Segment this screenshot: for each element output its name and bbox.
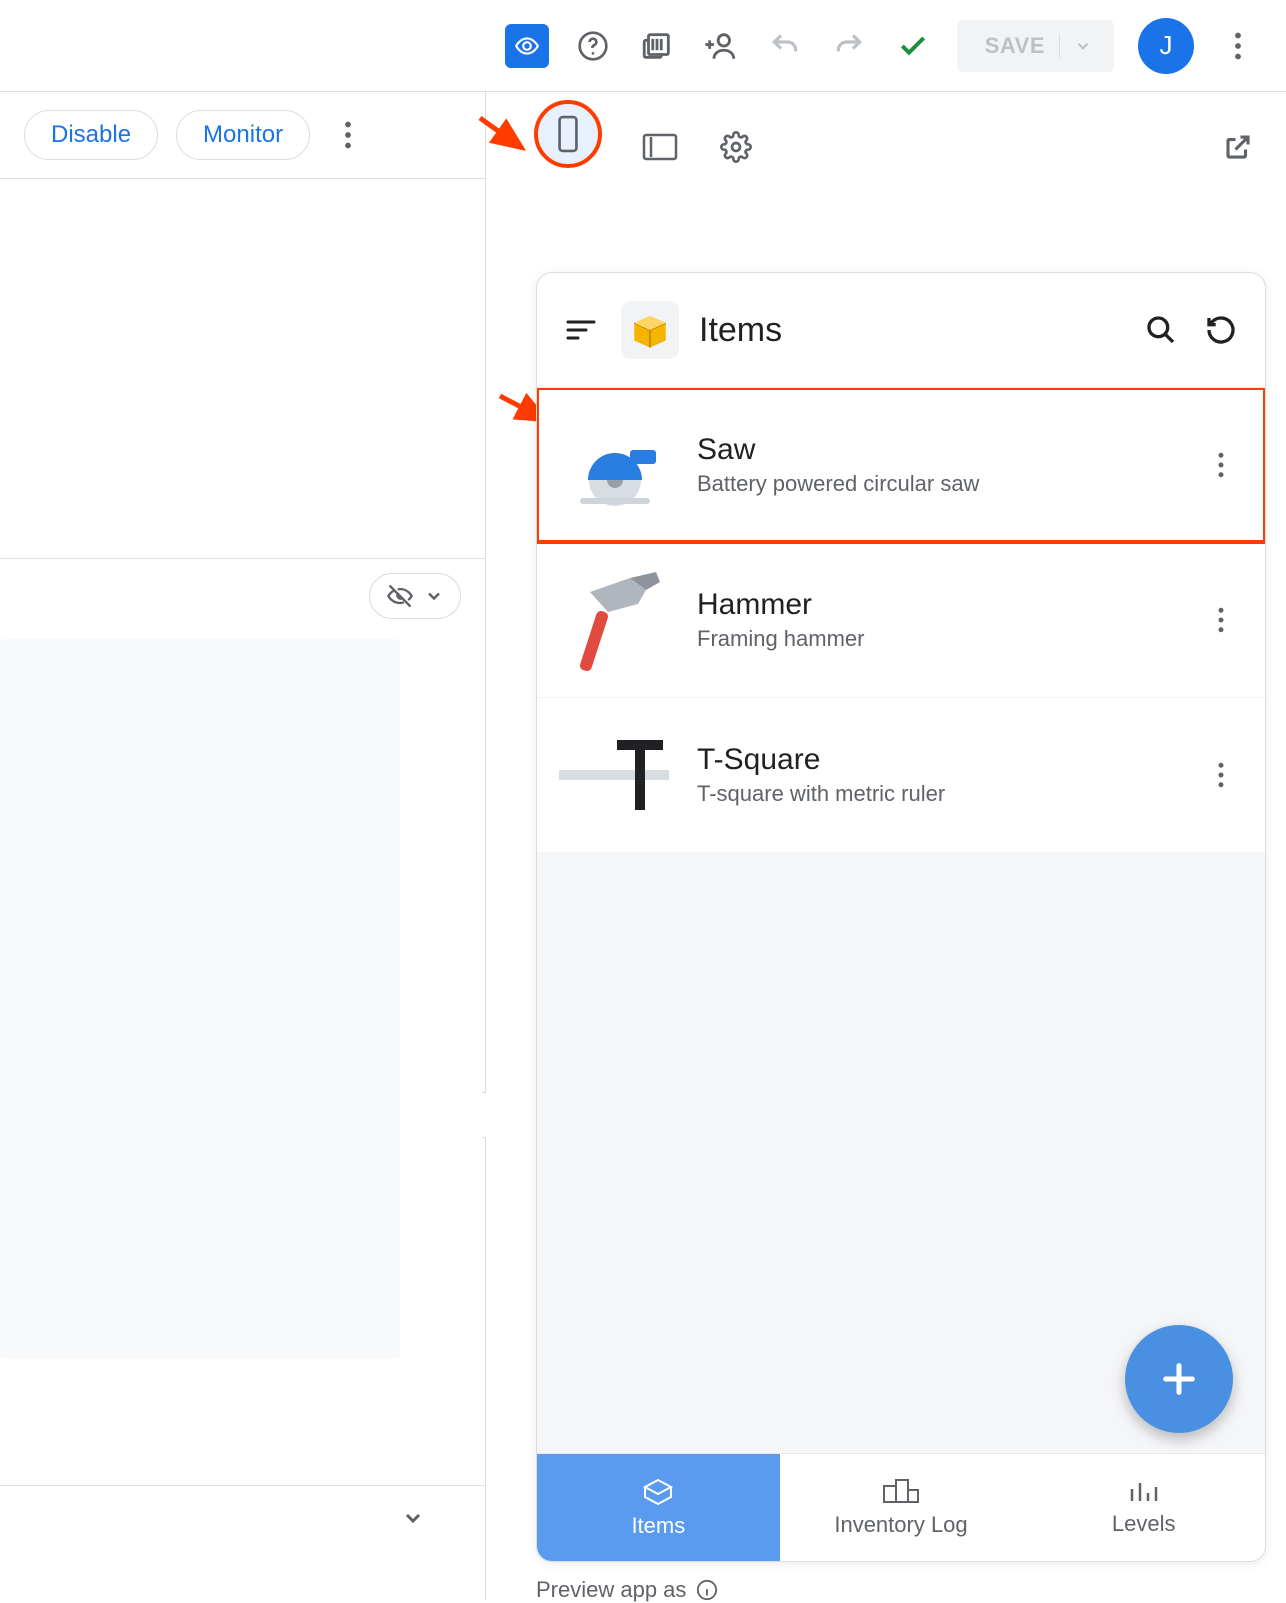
left-block <box>0 179 485 559</box>
bottom-tabs: Items Inventory Log Levels <box>537 1453 1265 1561</box>
undo-icon[interactable] <box>765 26 805 66</box>
done-icon[interactable] <box>893 26 933 66</box>
left-panel: Disable Monitor <box>0 92 486 1600</box>
chip-row: Disable Monitor <box>0 92 485 179</box>
versions-icon[interactable] <box>637 26 677 66</box>
save-label: SAVE <box>985 33 1045 59</box>
item-title: Hammer <box>697 588 1179 622</box>
sort-icon[interactable] <box>561 310 601 350</box>
avatar[interactable]: J <box>1138 18 1194 74</box>
chevron-down-icon[interactable] <box>401 1506 425 1530</box>
overflow-icon[interactable] <box>1218 26 1258 66</box>
item-title: Saw <box>697 433 1179 467</box>
tab-label: Levels <box>1112 1511 1176 1537</box>
avatar-letter: J <box>1160 30 1173 61</box>
item-subtitle: Battery powered circular saw <box>697 471 1179 497</box>
saw-icon <box>555 410 675 520</box>
tab-items[interactable]: Items <box>537 1454 780 1561</box>
preview-icon[interactable] <box>505 24 549 68</box>
open-external-icon[interactable] <box>1218 127 1258 167</box>
preview-toolbar <box>486 92 1286 202</box>
tab-label: Items <box>631 1513 685 1539</box>
tsquare-icon <box>555 720 675 830</box>
chevron-down-icon <box>424 586 444 606</box>
list-item[interactable]: T-Square T-square with metric ruler <box>537 697 1265 852</box>
phone-title: Items <box>699 311 782 350</box>
phone-preview: Items <box>536 272 1266 1562</box>
row-overflow-icon[interactable] <box>1201 445 1241 485</box>
preview-as-row[interactable]: Preview app as <box>536 1577 718 1603</box>
visibility-row <box>0 559 485 619</box>
phone-header: Items <box>537 273 1265 388</box>
list-item[interactable]: Hammer Framing hammer <box>537 542 1265 697</box>
hidden-icon <box>386 582 414 610</box>
item-title: T-Square <box>697 743 1179 777</box>
disable-button[interactable]: Disable <box>24 110 158 160</box>
annotation-circle <box>534 100 602 168</box>
items-list[interactable]: Saw Battery powered circular saw <box>537 388 1265 1453</box>
preview-settings-icon[interactable] <box>716 127 756 167</box>
item-subtitle: Framing hammer <box>697 626 1179 652</box>
refresh-icon[interactable] <box>1201 310 1241 350</box>
tab-inventory-log[interactable]: Inventory Log <box>780 1454 1023 1561</box>
search-icon[interactable] <box>1141 310 1181 350</box>
save-button[interactable]: SAVE <box>957 20 1114 72</box>
tablet-preview-button[interactable] <box>640 127 680 167</box>
row-overflow-icon[interactable] <box>1201 600 1241 640</box>
inventory-tab-icon <box>882 1478 920 1506</box>
add-user-icon[interactable] <box>701 26 741 66</box>
preview-as-label: Preview app as <box>536 1577 686 1603</box>
expression-card[interactable] <box>0 639 400 1359</box>
add-fab[interactable] <box>1125 1325 1233 1433</box>
editor-toolbar: SAVE J <box>0 0 1286 92</box>
tab-levels[interactable]: Levels <box>1022 1454 1265 1561</box>
items-tab-icon <box>641 1477 675 1507</box>
hammer-icon <box>555 565 675 675</box>
left-bottom-bar <box>0 1485 485 1550</box>
visibility-toggle[interactable] <box>369 573 461 619</box>
levels-tab-icon <box>1128 1479 1160 1505</box>
phone-preview-button[interactable] <box>544 110 592 158</box>
monitor-button[interactable]: Monitor <box>176 110 310 160</box>
tab-label: Inventory Log <box>834 1512 967 1538</box>
preview-panel: Items <box>486 92 1286 1600</box>
list-item[interactable]: Saw Battery powered circular saw <box>537 388 1265 542</box>
help-icon[interactable] <box>573 26 613 66</box>
item-subtitle: T-square with metric ruler <box>697 781 1179 807</box>
info-icon <box>696 1579 718 1601</box>
divider <box>1059 34 1060 58</box>
redo-icon[interactable] <box>829 26 869 66</box>
row-overflow-icon[interactable] <box>1201 755 1241 795</box>
app-icon <box>621 301 679 359</box>
chevron-down-icon <box>1074 37 1092 55</box>
chip-overflow-icon[interactable] <box>328 115 368 155</box>
